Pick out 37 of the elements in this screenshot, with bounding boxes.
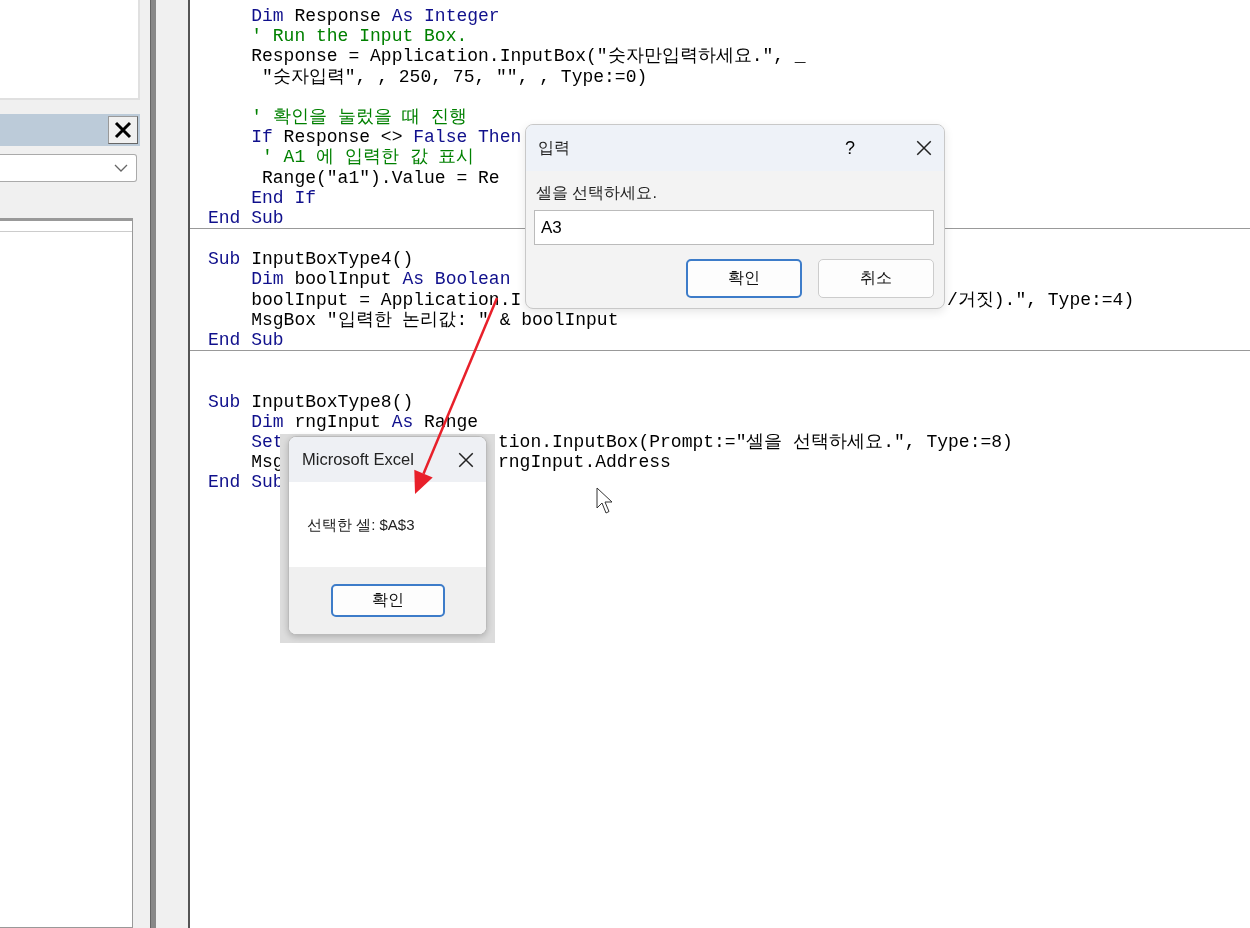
cancel-button[interactable]: 취소 [818, 259, 934, 298]
code-line: End Sub [208, 207, 284, 228]
dialog-title: Microsoft Excel [302, 450, 415, 469]
code-line: "숫자입력", , 250, 75, "", , Type:=0) [261, 66, 648, 87]
dialog-title: 입력 [538, 137, 571, 158]
code-line: Set [250, 431, 284, 452]
code-line: Sub InputBoxType8() [208, 391, 414, 412]
message-text: 선택한 셀: $A$3 [307, 516, 415, 533]
code-line: boolInput = Application.I [250, 289, 522, 310]
input-field[interactable]: A3 [534, 210, 934, 245]
ok-button[interactable]: 확인 [330, 584, 445, 617]
code-line: ' A1 에 입력한 값 표시 [261, 147, 475, 168]
dropdown-field[interactable] [0, 154, 137, 182]
close-icon [113, 120, 133, 140]
chevron-icon [114, 164, 128, 172]
help-button[interactable]: ? [836, 137, 864, 159]
code-line: Response = Application.InputBox("숫자만입력하세요.", _ [250, 46, 806, 67]
code-line: rngInput.Address [498, 452, 671, 473]
code-line: tion.InputBox(Prompt:="셀을 선택하세요.", Type:=8) [498, 431, 1013, 453]
code-line: Dim boolInput As Boolean [250, 269, 511, 290]
splitter[interactable] [140, 0, 188, 928]
code-line: Range("a1").Value = Re [261, 167, 500, 188]
code-line: Dim Response As Integer [250, 6, 500, 26]
mouse-pointer-icon [596, 487, 613, 514]
code-line: ' 확인을 눌렀을 때 진행 [250, 106, 468, 127]
code-line: If Response <> False Then [250, 127, 522, 148]
prompt-text: 셀을 선택하세요. [536, 183, 657, 203]
code-line: End If [250, 187, 317, 208]
code-line: MsgBox "입력한 논리값: " & boolInput [250, 309, 619, 330]
code-line: Sub InputBoxType4() [208, 249, 414, 270]
close-icon[interactable] [457, 450, 475, 469]
close-button[interactable] [108, 116, 138, 144]
code-line: /거짓).", Type:=4) [947, 289, 1135, 310]
code-line: End Sub [208, 330, 284, 350]
ok-button[interactable]: 확인 [686, 259, 802, 298]
close-icon[interactable] [915, 139, 933, 157]
code-line: ' Run the Input Box. [250, 26, 468, 47]
